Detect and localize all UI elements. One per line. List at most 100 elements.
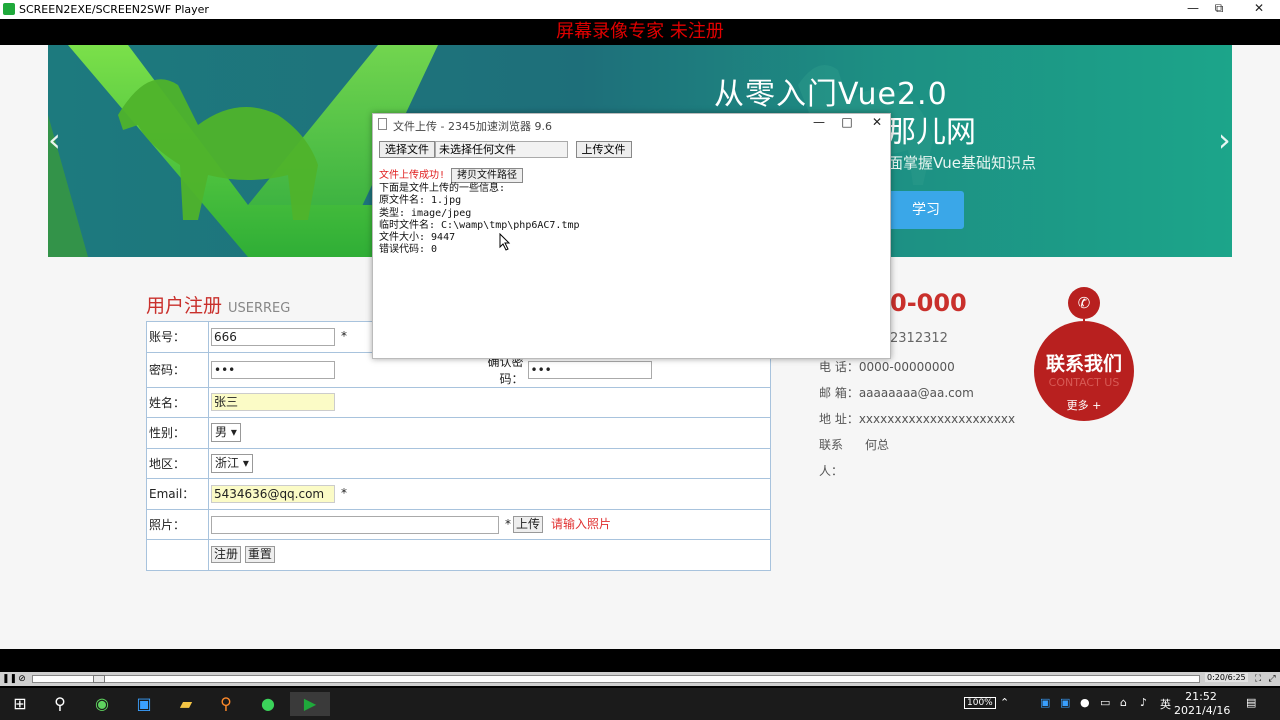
photo-upload-button[interactable]: 上传 bbox=[513, 516, 544, 533]
account-input[interactable]: 666 bbox=[211, 327, 335, 346]
windows-start-icon[interactable]: ⊞ bbox=[0, 692, 40, 716]
banner-subtitle: 面掌握Vue基础知识点 bbox=[888, 154, 1036, 172]
chevron-right-icon[interactable]: › bbox=[1218, 121, 1231, 159]
form-row-actions: 注册 重置 bbox=[146, 539, 771, 571]
address-value: xxxxxxxxxxxxxxxxxxxxxx bbox=[858, 412, 1016, 426]
more-link[interactable]: 更多 + bbox=[1034, 397, 1134, 413]
wechat-icon[interactable]: ● bbox=[248, 692, 288, 716]
stop-icon[interactable]: ⊘ bbox=[16, 673, 28, 685]
confirm-password-input[interactable]: ••• bbox=[527, 360, 652, 379]
photo-hint: 请输入照片 bbox=[551, 517, 612, 531]
network-icon[interactable]: ⌂ bbox=[1120, 696, 1127, 709]
popup-title-bar: 文件上传 - 2345加速浏览器 9.6 — □ ✕ bbox=[373, 114, 890, 136]
upload-success-text: 文件上传成功! bbox=[379, 170, 446, 181]
contact-us-en: CONTACT US bbox=[1048, 376, 1120, 389]
popup-close-button[interactable]: ✕ bbox=[863, 115, 891, 129]
form-row-photo: 照片： * 上传 请输入照片 bbox=[146, 508, 771, 540]
magnifier-app-icon[interactable]: ⚲ bbox=[206, 692, 246, 716]
mail-label: 邮 箱： bbox=[819, 386, 859, 400]
banner-learn-button[interactable]: 学习 bbox=[888, 191, 964, 229]
player-window: SCREEN2EXE/SCREEN2SWF Player — ⧉ ✕ 屏幕录像专… bbox=[0, 0, 1280, 720]
ime-indicator[interactable]: 英 bbox=[1160, 696, 1171, 712]
region-label: 地区： bbox=[146, 447, 209, 479]
required-mark: * bbox=[505, 517, 511, 531]
tray-app-icon-2[interactable]: ▣ bbox=[1060, 696, 1070, 709]
form-row-region: 地区： 浙江 ▾ bbox=[146, 447, 771, 479]
tray-battery-icon[interactable]: ▭ bbox=[1100, 696, 1110, 709]
choose-file-button[interactable]: 选择文件 bbox=[379, 141, 435, 158]
volume-icon[interactable]: ♪ bbox=[1140, 696, 1147, 709]
chevron-left-icon[interactable]: ‹ bbox=[48, 121, 61, 159]
copy-path-button[interactable]: 拷贝文件路径 bbox=[451, 168, 524, 183]
person-label: 联系 bbox=[819, 438, 844, 452]
playback-time: 0:20/6:25 bbox=[1205, 673, 1248, 682]
pause-icon[interactable]: ❚❚ bbox=[2, 673, 17, 685]
region-select[interactable]: 浙江 ▾ bbox=[211, 453, 253, 473]
hotline-number: 0-000 bbox=[890, 289, 967, 317]
email-label: Email： bbox=[146, 478, 209, 510]
info-line: 错误代码: 0 bbox=[379, 244, 438, 256]
player-app-icon[interactable]: ▶ bbox=[290, 692, 330, 716]
upload-file-button[interactable]: 上传文件 bbox=[575, 141, 632, 158]
tel-label: 电 话： bbox=[819, 360, 859, 374]
info-line: 原文件名: 1.jpg bbox=[379, 195, 462, 207]
gender-select[interactable]: 男 ▾ bbox=[211, 423, 241, 443]
info-line: 临时文件名: C:\wamp\tmp\php6AC7.tmp bbox=[379, 219, 580, 231]
register-button[interactable]: 注册 bbox=[211, 546, 242, 564]
photo-label: 照片： bbox=[146, 508, 209, 540]
form-row-gender: 性别： 男 ▾ bbox=[146, 417, 771, 449]
upload-result-window: 文件上传 - 2345加速浏览器 9.6 — □ ✕ 选择文件 未选择任何文件 上… bbox=[372, 113, 891, 359]
tray-wechat-icon[interactable]: ● bbox=[1080, 696, 1090, 709]
page-title: 用户注册 USERREG bbox=[146, 291, 290, 318]
contact-tel: 电 话：0000-00000000 bbox=[819, 358, 955, 375]
fit-icon[interactable]: ⛶ bbox=[1252, 673, 1264, 685]
registration-title-en: USERREG bbox=[228, 301, 291, 316]
name-input[interactable]: 张三 bbox=[211, 393, 335, 412]
chevron-up-icon[interactable]: ⌃ bbox=[1000, 696, 1009, 709]
system-clock[interactable]: 21:52 2021/4/16 bbox=[1174, 690, 1230, 718]
browser-icon[interactable]: ◉ bbox=[82, 692, 122, 716]
contact-mail: 邮 箱：aaaaaaaa@aa.com bbox=[819, 384, 974, 401]
search-icon[interactable]: ⚲ bbox=[40, 692, 80, 716]
upload-info: 文件上传成功! 拷贝文件路径 下面是文件上传的一些信息: 原文件名: 1.jpg… bbox=[379, 168, 580, 257]
window-title: SCREEN2EXE/SCREEN2SWF Player bbox=[19, 3, 209, 16]
mail-value: aaaaaaaa@aa.com bbox=[858, 386, 974, 400]
password-input[interactable]: ••• bbox=[211, 360, 335, 379]
form-row-name: 姓名： 张三 bbox=[146, 386, 771, 418]
password-label: 密码： bbox=[146, 351, 209, 388]
reset-button[interactable]: 重置 bbox=[244, 546, 275, 564]
battery-indicator[interactable]: 100% bbox=[964, 697, 996, 709]
email-input[interactable]: 5434636@qq.com bbox=[211, 484, 335, 503]
name-label: 姓名： bbox=[146, 386, 209, 418]
contact-us-badge[interactable]: 联系我们 CONTACT US 更多 + bbox=[1034, 321, 1134, 421]
contact-person-label-2: 人： bbox=[819, 464, 844, 478]
contact-address: 地 址：xxxxxxxxxxxxxxxxxxxxxx bbox=[819, 410, 1015, 427]
document-icon bbox=[378, 118, 387, 130]
app-icon bbox=[3, 3, 15, 15]
title-bar: SCREEN2EXE/SCREEN2SWF Player — ⧉ ✕ bbox=[0, 0, 1280, 19]
photo-path-input[interactable] bbox=[211, 515, 499, 534]
address-label: 地 址： bbox=[819, 412, 859, 426]
contact-person: 联系 何总 bbox=[819, 436, 889, 453]
person-value: 何总 bbox=[865, 438, 890, 452]
close-button[interactable]: ✕ bbox=[1242, 1, 1276, 15]
info-line: 文件大小: 9447 bbox=[379, 232, 456, 244]
notification-icon[interactable]: ▤ bbox=[1246, 696, 1256, 709]
restore-button[interactable]: ⧉ bbox=[1202, 1, 1236, 16]
fullscreen-icon[interactable]: ⤢ bbox=[1266, 673, 1278, 685]
popup-maximize-button[interactable]: □ bbox=[833, 115, 861, 129]
seek-knob[interactable] bbox=[93, 675, 105, 683]
tray-app-icon[interactable]: ▣ bbox=[1040, 696, 1050, 709]
hotline-sub: 2312312 bbox=[890, 331, 948, 346]
registration-title: 用户注册 bbox=[146, 295, 223, 317]
popup-minimize-button[interactable]: — bbox=[805, 115, 833, 129]
taskbar: ⊞ ⚲ ◉ ▣ ▰ ⚲ ● ▶ 100% ⌃ ▣ ▣ ● ▭ ⌂ ♪ 英 21:… bbox=[0, 688, 1280, 720]
info-line: 下面是文件上传的一些信息: bbox=[379, 183, 506, 194]
folder-icon[interactable]: ▰ bbox=[166, 692, 206, 716]
mouse-cursor-icon bbox=[499, 233, 511, 251]
seek-bar[interactable] bbox=[32, 675, 1200, 683]
shield-app-icon[interactable]: ▣ bbox=[124, 692, 164, 716]
recording-banner: 屏幕录像专家 未注册 bbox=[0, 19, 1280, 45]
popup-title: 文件上传 - 2345加速浏览器 9.6 bbox=[393, 120, 552, 133]
form-row-email: Email： 5434636@qq.com * bbox=[146, 478, 771, 510]
